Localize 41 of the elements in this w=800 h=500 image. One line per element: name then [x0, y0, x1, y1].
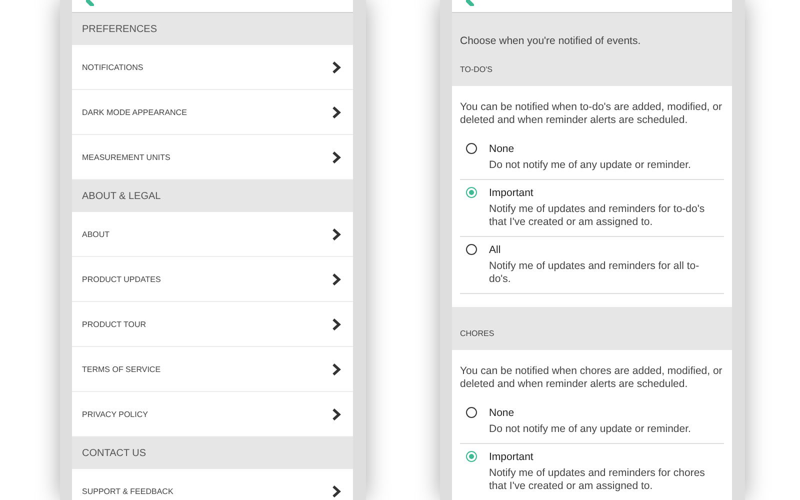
radio-icon[interactable]	[466, 244, 477, 255]
section-header: ABOUT & LEGAL	[82, 190, 161, 202]
settings-item[interactable]: PRODUCT UPDATES	[72, 257, 353, 302]
group-description: You can be notified when chores are added, modified, or deleted and when reminder alerts are scheduled.	[460, 365, 724, 391]
settings-item[interactable]: NOTIFICATIONS	[72, 45, 353, 90]
radio-option[interactable]: Important Notify me of updates and reminders for chores that I've created or am assigned to.	[460, 444, 724, 500]
chevron-right-icon	[332, 150, 341, 164]
radio-option[interactable]: All Notify me of updates and reminders for all to-do's.	[460, 237, 724, 294]
chevron-right-icon	[332, 484, 341, 498]
radio-selected-icon[interactable]	[466, 187, 477, 198]
option-description: Notify me of updates and reminders for to-do's that I've created or am assigned to.	[489, 203, 706, 229]
section-header: PREFERENCES	[82, 24, 158, 34]
settings-item[interactable]: DARK MODE APPEARANCE	[72, 90, 353, 135]
section-header: CONTACT US	[82, 448, 146, 458]
radio-option[interactable]: Important Notify me of updates and reminders for to-do's that I've created or am assigned to.	[460, 180, 724, 237]
chevron-right-icon	[332, 60, 341, 74]
chevron-right-icon	[332, 272, 341, 286]
group-title: TO-DO'S	[460, 65, 494, 75]
radio-option[interactable]: None Do not notify me of any update or reminder.	[460, 400, 724, 444]
option-description: Do not notify me of any update or reminder.	[489, 423, 692, 436]
settings-item[interactable]: MEASUREMENT UNITS	[72, 135, 353, 180]
settings-item[interactable]: PRODUCT TOUR	[72, 302, 353, 347]
settings-item[interactable]: PRIVACY POLICY	[72, 392, 353, 437]
chevron-right-icon	[332, 408, 341, 420]
radio-selected-icon[interactable]	[466, 451, 477, 462]
settings-item[interactable]: ABOUT	[72, 212, 353, 257]
chevron-right-icon	[332, 318, 341, 330]
chevron-right-icon	[332, 362, 341, 376]
option-description: Notify me of updates and reminders for chores that I've created or am assigned to.	[489, 467, 706, 493]
radio-icon[interactable]	[466, 407, 477, 418]
radio-icon[interactable]	[466, 143, 477, 154]
group-title: CHORES	[460, 329, 496, 339]
group-description: You can be notified when to-do's are added, modified, or deleted and when reminder alerts are scheduled.	[460, 101, 723, 127]
intro-text: Choose when you're notified of events.	[460, 35, 641, 47]
settings-item[interactable]: SUPPORT & FEEDBACK	[72, 469, 353, 500]
chevron-right-icon	[332, 106, 341, 118]
chevron-right-icon	[332, 228, 341, 240]
option-description: Notify me of updates and reminders for all to-do's.	[489, 260, 700, 286]
settings-item[interactable]: TERMS OF SERVICE	[72, 347, 353, 392]
option-description: Do not notify me of any update or reminder.	[489, 159, 692, 172]
radio-option[interactable]: None Do not notify me of any update or reminder.	[460, 136, 724, 180]
